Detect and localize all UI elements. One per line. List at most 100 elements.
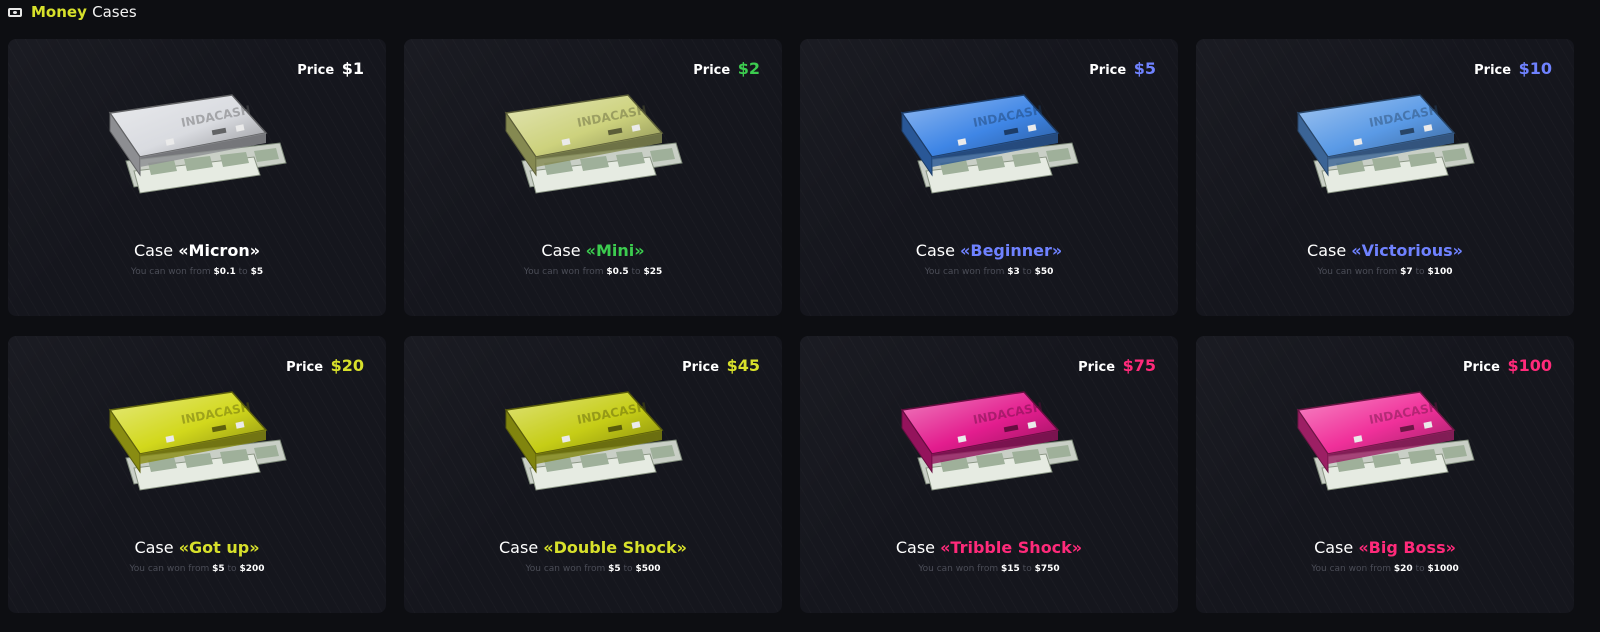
- case-label: Case: [1307, 241, 1347, 260]
- price-value: $5: [1133, 59, 1156, 78]
- section-title-rest: Cases: [92, 3, 137, 21]
- win-prefix: You can won from: [129, 564, 210, 574]
- case-image: INDACASH: [1296, 94, 1475, 194]
- case-image: INDACASH: [108, 94, 287, 194]
- case-name: Case «Got up»: [8, 538, 386, 557]
- case-card-tribble-shock[interactable]: Price $75 INDACASH Case «Tribble Shock» …: [800, 336, 1178, 613]
- price-value: $75: [1122, 356, 1156, 375]
- case-name: Case «Double Shock»: [404, 538, 782, 557]
- case-label: Case: [915, 241, 955, 260]
- price-value: $2: [737, 59, 760, 78]
- case-name: Case «Tribble Shock»: [800, 538, 1178, 557]
- price-tag: Price $5: [1089, 59, 1156, 78]
- win-min: $20: [1393, 564, 1413, 574]
- price-label: Price: [682, 360, 720, 375]
- price-label: Price: [1078, 360, 1116, 375]
- case-grid: Price $1 INDACASH Case «Micron» You can …: [8, 39, 1600, 613]
- win-range: You can won from $0.5 to $25: [404, 267, 782, 277]
- win-max: $200: [239, 564, 265, 574]
- price-tag: Price $20: [286, 356, 364, 375]
- win-min: $5: [608, 564, 621, 574]
- win-max: $1000: [1427, 564, 1459, 574]
- case-card-big-boss[interactable]: Price $100 INDACASH Case «Big Boss» You …: [1196, 336, 1574, 613]
- price-value: $1: [341, 59, 364, 78]
- win-mid: to: [227, 564, 237, 574]
- case-label: Case: [499, 538, 539, 557]
- win-prefix: You can won from: [918, 564, 999, 574]
- price-label: Price: [1463, 360, 1500, 375]
- case-image: INDACASH: [504, 391, 683, 491]
- win-max: $100: [1427, 267, 1453, 277]
- price-value: $20: [330, 356, 364, 375]
- win-prefix: You can won from: [924, 267, 1005, 277]
- section-header: Money Cases: [8, 0, 137, 24]
- win-mid: to: [623, 564, 633, 574]
- case-title: «Mini»: [585, 241, 645, 260]
- win-range: You can won from $7 to $100: [1196, 267, 1574, 277]
- win-range: You can won from $20 to $1000: [1196, 564, 1574, 574]
- case-label: Case: [133, 241, 174, 260]
- case-card-micron[interactable]: Price $1 INDACASH Case «Micron» You can …: [8, 39, 386, 316]
- win-min: $15: [1001, 564, 1020, 574]
- case-label: Case: [134, 538, 174, 557]
- win-max: $25: [643, 267, 663, 277]
- win-prefix: You can won from: [130, 267, 211, 277]
- price-label: Price: [297, 63, 335, 78]
- case-name: Case «Big Boss»: [1196, 538, 1574, 557]
- price-tag: Price $45: [682, 356, 760, 375]
- price-value: $10: [1518, 59, 1552, 78]
- case-image: INDACASH: [900, 391, 1079, 491]
- price-label: Price: [693, 63, 731, 78]
- case-card-got-up[interactable]: Price $20 INDACASH Case «Got up» You can…: [8, 336, 386, 613]
- case-card-victorious[interactable]: Price $10 INDACASH Case «Victorious» You…: [1196, 39, 1574, 316]
- case-title: «Tribble Shock»: [940, 538, 1083, 557]
- price-tag: Price $100: [1463, 356, 1552, 375]
- case-name: Case «Beginner»: [800, 241, 1178, 260]
- win-mid: to: [238, 267, 248, 277]
- win-min: $5: [212, 564, 225, 574]
- win-range: You can won from $5 to $200: [8, 564, 386, 574]
- win-range: You can won from $15 to $750: [800, 564, 1178, 574]
- win-mid: to: [1022, 267, 1032, 277]
- banknote-icon: [8, 7, 22, 17]
- win-range: You can won from $5 to $500: [404, 564, 782, 574]
- case-card-beginner[interactable]: Price $5 INDACASH Case «Beginner» You ca…: [800, 39, 1178, 316]
- price-label: Price: [1089, 63, 1127, 78]
- win-max: $750: [1034, 564, 1060, 574]
- price-label: Price: [1474, 63, 1512, 78]
- win-prefix: You can won from: [1317, 267, 1398, 277]
- case-label: Case: [1314, 538, 1354, 557]
- case-title: «Got up»: [178, 538, 260, 557]
- case-label: Case: [541, 241, 581, 260]
- section-title-accent: Money: [31, 3, 87, 21]
- win-mid: to: [1415, 564, 1425, 574]
- price-label: Price: [286, 360, 324, 375]
- case-name: Case «Victorious»: [1196, 241, 1574, 260]
- win-min: $0.5: [606, 267, 629, 277]
- case-name: Case «Micron»: [8, 241, 386, 260]
- case-image: INDACASH: [900, 94, 1079, 194]
- case-card-double-shock[interactable]: Price $45 INDACASH Case «Double Shock» Y…: [404, 336, 782, 613]
- win-range: You can won from $0.1 to $5: [8, 267, 386, 277]
- price-value: $45: [726, 356, 760, 375]
- win-mid: to: [1022, 564, 1032, 574]
- case-label: Case: [895, 538, 935, 557]
- win-min: $0.1: [213, 267, 236, 277]
- win-min: $3: [1007, 267, 1020, 277]
- case-title: «Victorious»: [1351, 241, 1463, 260]
- win-prefix: You can won from: [525, 564, 606, 574]
- case-title: «Micron»: [178, 241, 261, 260]
- case-title: «Big Boss»: [1358, 538, 1456, 557]
- case-image: INDACASH: [108, 391, 287, 491]
- case-title: «Beginner»: [960, 241, 1063, 260]
- price-tag: Price $1: [297, 59, 364, 78]
- win-prefix: You can won from: [1311, 564, 1391, 574]
- case-title: «Double Shock»: [543, 538, 687, 557]
- win-prefix: You can won from: [523, 267, 604, 277]
- section-title: Money Cases: [31, 3, 137, 21]
- win-mid: to: [631, 267, 641, 277]
- case-card-mini[interactable]: Price $2 INDACASH Case «Mini» You can wo…: [404, 39, 782, 316]
- win-max: $50: [1034, 267, 1054, 277]
- price-tag: Price $10: [1474, 59, 1552, 78]
- case-image: INDACASH: [504, 94, 683, 194]
